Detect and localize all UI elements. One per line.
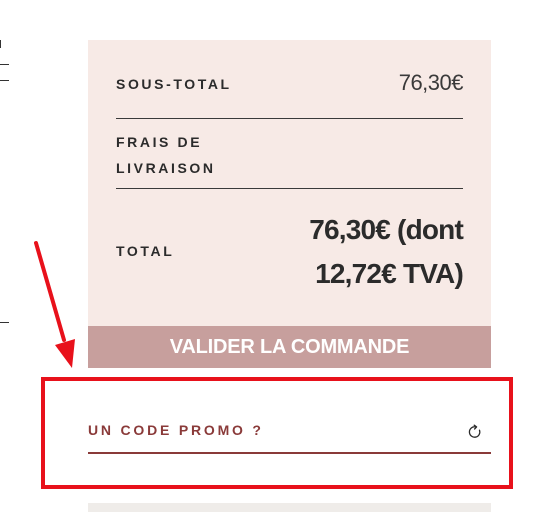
left-panel-divider [0, 64, 9, 65]
annotation-highlight-box [41, 377, 513, 489]
left-panel-edge [0, 40, 1, 48]
subtotal-label: SOUS-TOTAL [116, 76, 232, 92]
shipping-label: FRAIS DE LIVRAISON [116, 134, 216, 176]
summary-divider [116, 118, 463, 119]
total-label: TOTAL [116, 243, 175, 259]
next-section-box [88, 503, 491, 512]
validate-order-button[interactable]: VALIDER LA COMMANDE [88, 326, 491, 368]
left-panel-divider [0, 322, 9, 323]
order-summary: SOUS-TOTAL 76,30€ FRAIS DE LIVRAISON TOT… [88, 40, 491, 326]
subtotal-value: 76,30€ [398, 70, 464, 95]
left-panel-divider [0, 80, 9, 81]
total-value: 76,30€ (dont 12,72€ TVA) [309, 214, 464, 289]
summary-divider [116, 188, 463, 189]
